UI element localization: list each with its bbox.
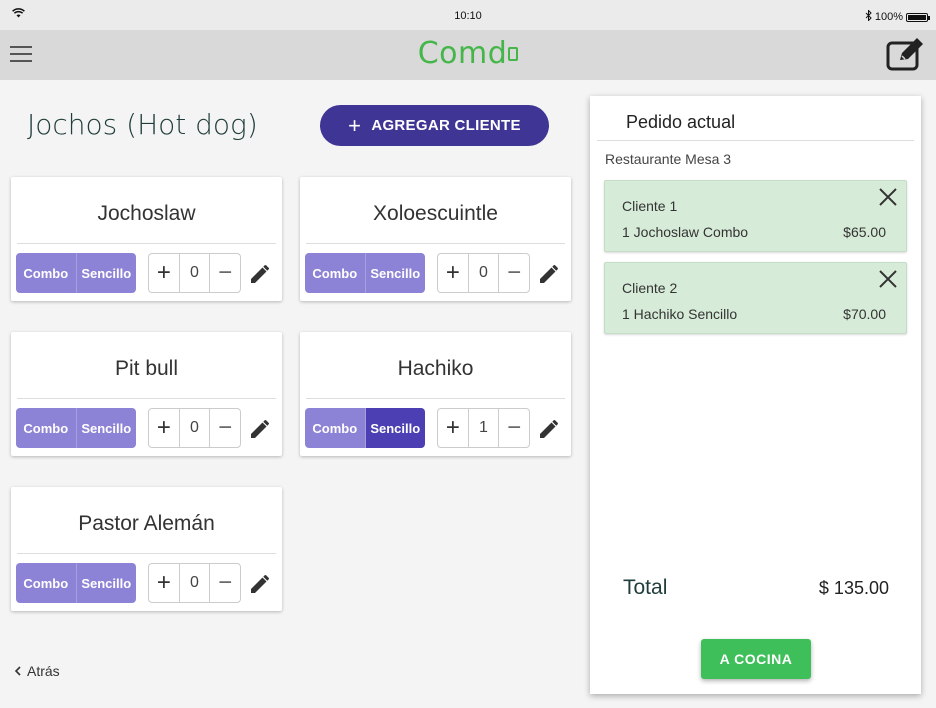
edit-note-icon[interactable] (886, 38, 924, 77)
battery-icon (906, 12, 930, 22)
decrement-button[interactable]: − (499, 254, 529, 292)
combo-button[interactable]: Combo (16, 408, 76, 448)
client-name: Cliente 1 (622, 198, 678, 214)
order-item: 1 Jochoslaw Combo (622, 224, 749, 240)
quantity-stepper: + 1 − (437, 408, 530, 448)
combo-button[interactable]: Combo (16, 563, 76, 603)
client-order-card: Cliente 2 1 Hachiko Sencillo $70.00 (604, 262, 907, 334)
back-link[interactable]: Atrás (14, 663, 60, 679)
quantity-value: 1 (467, 409, 500, 447)
sencillo-button[interactable]: Sencillo (75, 563, 136, 603)
logo-receipt-icon (508, 47, 519, 61)
order-price: $70.00 (843, 306, 886, 322)
battery-percent: 100% (874, 11, 903, 23)
sencillo-button[interactable]: Sencillo (75, 253, 136, 293)
status-time: 10:10 (454, 10, 482, 22)
increment-button[interactable]: + (438, 254, 468, 292)
order-price: $65.00 (843, 224, 886, 240)
increment-button[interactable]: + (149, 254, 179, 292)
quantity-stepper: + 0 − (148, 253, 241, 293)
client-name: Cliente 2 (622, 280, 678, 296)
quantity-value: 0 (178, 564, 211, 602)
pencil-icon[interactable] (540, 263, 560, 288)
combo-button[interactable]: Combo (305, 408, 365, 448)
product-card-pastor-aleman: Pastor Alemán Combo Sencillo + 0 − (11, 487, 282, 611)
increment-button[interactable]: + (149, 409, 179, 447)
bluetooth-icon (865, 9, 872, 24)
back-label: Atrás (27, 663, 60, 679)
app-logo: Comd (0, 36, 936, 71)
pencil-icon[interactable] (251, 263, 271, 288)
pencil-icon[interactable] (251, 573, 271, 598)
divider (17, 243, 276, 244)
product-name: Jochoslaw (97, 202, 196, 225)
divider (597, 140, 914, 141)
sencillo-button[interactable]: Sencillo (364, 408, 425, 448)
quantity-stepper: + 0 − (148, 563, 241, 603)
pencil-icon[interactable] (540, 418, 560, 443)
variant-selector: Combo Sencillo (305, 408, 425, 448)
quantity-stepper: + 0 − (437, 253, 530, 293)
quantity-stepper: + 0 − (148, 408, 241, 448)
quantity-value: 0 (467, 254, 500, 292)
product-card-jochoslaw: Jochoslaw Combo Sencillo + 0 − (11, 177, 282, 301)
order-table: Restaurante Mesa 3 (605, 151, 732, 167)
close-icon[interactable] (878, 187, 898, 212)
logo-text: Comd (417, 36, 508, 71)
variant-selector: Combo Sencillo (16, 253, 136, 293)
add-client-button[interactable]: + AGREGAR CLIENTE (320, 105, 549, 146)
sencillo-button[interactable]: Sencillo (364, 253, 425, 293)
quantity-value: 0 (178, 409, 211, 447)
variant-selector: Combo Sencillo (16, 563, 136, 603)
quantity-value: 0 (178, 254, 211, 292)
decrement-button[interactable]: − (499, 409, 529, 447)
variant-selector: Combo Sencillo (16, 408, 136, 448)
product-name: Pit bull (114, 357, 179, 380)
total-label: Total (623, 576, 668, 599)
close-icon[interactable] (878, 269, 898, 294)
increment-button[interactable]: + (149, 564, 179, 602)
combo-button[interactable]: Combo (305, 253, 365, 293)
app-bar: Comd (0, 30, 936, 80)
product-name: Hachiko (397, 357, 474, 380)
product-card-pit-bull: Pit bull Combo Sencillo + 0 − (11, 332, 282, 456)
order-item: 1 Hachiko Sencillo (622, 306, 738, 322)
send-to-kitchen-button[interactable]: A COCINA (701, 639, 811, 679)
increment-button[interactable]: + (438, 409, 468, 447)
add-client-label: AGREGAR CLIENTE (371, 117, 521, 134)
client-order-card: Cliente 1 1 Jochoslaw Combo $65.00 (604, 180, 907, 252)
divider (306, 398, 565, 399)
product-name: Xoloescuintle (373, 202, 498, 225)
decrement-button[interactable]: − (210, 409, 240, 447)
decrement-button[interactable]: − (210, 564, 240, 602)
variant-selector: Combo Sencillo (305, 253, 425, 293)
page-title: Jochos (Hot dog) (27, 108, 258, 141)
chevron-left-icon (14, 663, 21, 679)
pencil-icon[interactable] (251, 418, 271, 443)
order-panel: Pedido actual Restaurante Mesa 3 Cliente… (590, 96, 921, 694)
divider (17, 553, 276, 554)
sencillo-button[interactable]: Sencillo (75, 408, 136, 448)
status-bar: 10:10 100% (0, 0, 936, 30)
plus-icon: + (348, 112, 362, 138)
total-value: $ 135.00 (818, 578, 889, 598)
divider (306, 243, 565, 244)
status-right: 100% (865, 9, 930, 24)
decrement-button[interactable]: − (210, 254, 240, 292)
product-name: Pastor Alemán (78, 512, 215, 535)
order-title: Pedido actual (626, 112, 736, 132)
product-card-xoloescuintle: Xoloescuintle Combo Sencillo + 0 − (300, 177, 571, 301)
combo-button[interactable]: Combo (16, 253, 76, 293)
divider (17, 398, 276, 399)
product-card-hachiko: Hachiko Combo Sencillo + 1 − (300, 332, 571, 456)
